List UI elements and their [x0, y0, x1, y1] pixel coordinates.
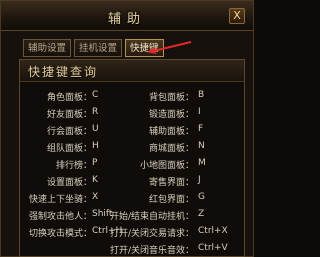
shortcut-key: I: [198, 107, 201, 117]
shortcut-key: J: [198, 175, 201, 185]
shortcut-label: 排行榜：: [55, 161, 92, 171]
shortcut-label: 辅助面板：: [148, 127, 194, 137]
pointer-arrow-icon: [147, 41, 192, 54]
shortcut-label: 组队面板：: [46, 144, 92, 154]
shortcut-key: Ctrl+X: [198, 226, 228, 236]
shortcut-label: 角色面板：: [46, 93, 92, 103]
shortcut-label: 锻造面板：: [148, 110, 194, 120]
shortcut-label: 打开/关闭交易请求：: [109, 229, 194, 239]
shortcut-row: 排行榜： P 小地图面板： M: [20, 156, 244, 172]
shortcut-key: H: [92, 141, 99, 151]
shortcut-key: F: [198, 124, 204, 134]
shortcut-key: X: [92, 192, 99, 202]
close-icon: X: [233, 9, 241, 22]
shortcut-panel: 快捷键查询 角色面板： C 背包面板： B 好友面板： R 锻造面板： I 行会…: [19, 59, 245, 257]
shortcut-label: 红包界面：: [148, 195, 194, 205]
shortcut-label: 强制攻击他人：: [28, 212, 92, 222]
shortcut-row: 切换攻击模式： Ctrl+H 打开/关闭交易请求： Ctrl+X: [20, 224, 244, 240]
window-title: 辅助: [107, 12, 146, 27]
shortcut-label: 好友面板：: [46, 110, 92, 120]
shortcut-label: 切换攻击模式：: [28, 229, 92, 239]
tab-idle-settings[interactable]: 挂机设置: [74, 39, 123, 57]
shortcut-label: 寄售界面：: [148, 178, 194, 188]
shortcut-key: R: [92, 107, 99, 117]
shortcut-row: 快速上下坐骑： X 红包界面： G: [20, 190, 244, 206]
tab-bar: 辅助设置 挂机设置 快捷键: [23, 39, 164, 57]
shortcut-label: 行会面板：: [46, 127, 92, 137]
shortcut-label: 小地图面板：: [139, 161, 194, 171]
shortcut-label: 打开/关闭音乐音效：: [109, 246, 194, 256]
shortcut-key: C: [92, 90, 99, 100]
shortcut-key: Z: [198, 209, 205, 219]
shortcut-label: 开始/结束自动挂机：: [109, 212, 194, 222]
tab-assist-settings[interactable]: 辅助设置: [23, 39, 72, 57]
assist-window: 辅助 X 辅助设置 挂机设置 快捷键 快捷键查询 角色面板： C 背包面板： B…: [0, 0, 254, 257]
title-bar[interactable]: 辅助 X: [1, 1, 253, 31]
panel-title: 快捷键查询: [28, 65, 99, 79]
shortcut-label: 商城面板：: [148, 144, 194, 154]
shortcut-key: K: [92, 175, 98, 185]
shortcut-row: 打开/关闭音乐音效： Ctrl+V: [20, 241, 244, 257]
panel-header: 快捷键查询: [20, 60, 244, 82]
shortcut-row: 强制攻击他人： Shift 开始/结束自动挂机： Z: [20, 207, 244, 223]
shortcut-key: B: [198, 90, 205, 100]
shortcut-label: 快速上下坐骑：: [28, 195, 92, 205]
close-button[interactable]: X: [229, 8, 245, 24]
shortcut-label: 设置面板：: [46, 178, 92, 188]
shortcut-key: P: [92, 158, 98, 168]
shortcut-row: 设置面板： K 寄售界面： J: [20, 173, 244, 189]
shortcut-key: Ctrl+V: [198, 243, 228, 253]
shortcut-key: U: [92, 124, 99, 134]
shortcut-row: 行会面板： U 辅助面板： F: [20, 122, 244, 138]
shortcut-row: 好友面板： R 锻造面板： I: [20, 105, 244, 121]
shortcut-key: N: [198, 141, 205, 151]
shortcut-row: 角色面板： C 背包面板： B: [20, 88, 244, 104]
shortcut-key: M: [198, 158, 206, 168]
shortcut-row: 组队面板： H 商城面板： N: [20, 139, 244, 155]
shortcut-key: G: [198, 192, 205, 202]
shortcut-label: 背包面板：: [148, 93, 194, 103]
